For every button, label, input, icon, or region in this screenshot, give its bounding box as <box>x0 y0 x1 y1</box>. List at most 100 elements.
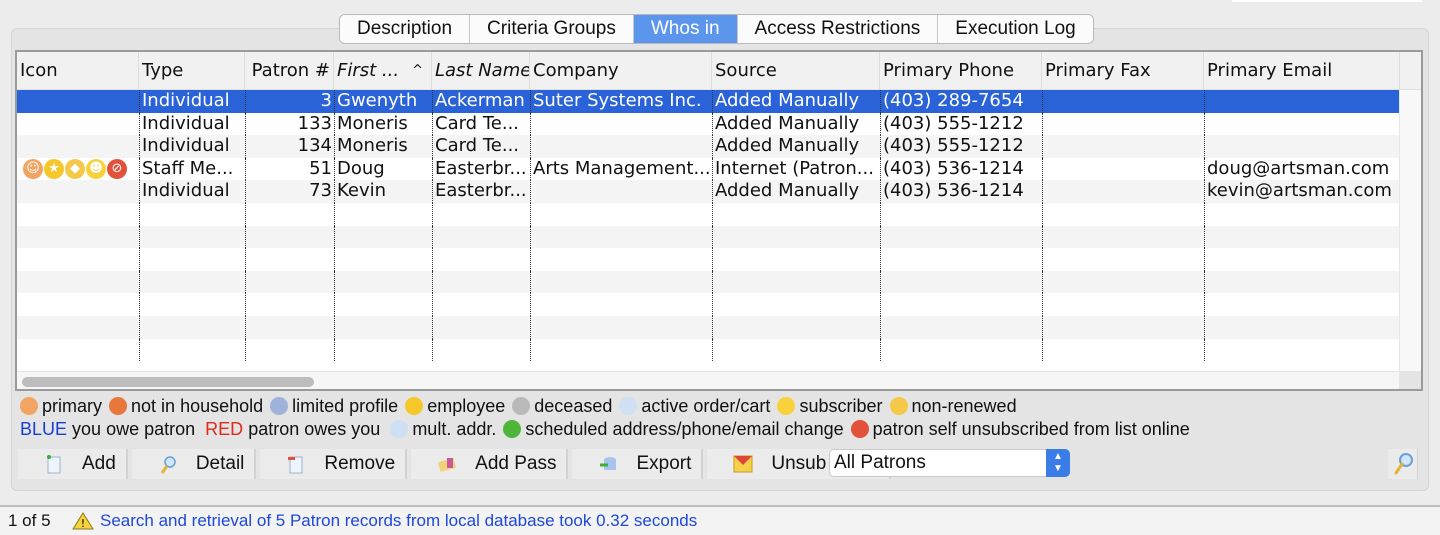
table-row[interactable]: Individual 134 Moneris Card Te... Added Manu… <box>17 135 1421 158</box>
legend-item: not in household <box>109 396 263 416</box>
column-header-last-name[interactable]: Last Name¹ <box>432 52 530 89</box>
record-count: 1 of 5 <box>8 511 51 530</box>
legend-item: scheduled address/phone/email change <box>503 419 844 439</box>
table-row[interactable]: Individual 133 Moneris Card Te... Added Manu… <box>17 112 1421 136</box>
empty-cell <box>880 202 1042 226</box>
detail-button[interactable]: Detail <box>131 449 257 479</box>
cell-primary-phone: (403) 536-1214 <box>880 157 1042 181</box>
empty-cell <box>432 315 530 339</box>
empty-table-row <box>17 293 1421 316</box>
cell-source: Added Manually <box>712 90 880 113</box>
status-message: Search and retrieval of 5 Patron records… <box>100 511 698 530</box>
empty-cell <box>432 248 530 271</box>
empty-cell <box>139 270 245 294</box>
empty-cell <box>334 225 432 249</box>
patron-filter-select[interactable]: All Patrons ▲ ▼ <box>829 449 1070 477</box>
column-header-first-name[interactable]: First ... ^ <box>334 52 432 89</box>
legend-blue-word: BLUE <box>20 419 68 439</box>
empty-cell <box>139 202 245 226</box>
multiple-address-icon <box>390 420 409 438</box>
add-button[interactable]: Add <box>18 449 128 479</box>
export-button[interactable]: Export <box>572 449 704 479</box>
cell-primary-fax <box>1042 112 1204 136</box>
column-header-primary-email[interactable]: Primary Email <box>1204 52 1400 89</box>
cell-patron-number: 134 <box>245 135 334 158</box>
status-bar: 1 of 5 ! Search and retrieval of 5 Patro… <box>0 505 1440 535</box>
legend-item: primary <box>20 396 102 416</box>
vertical-scrollbar[interactable] <box>1399 90 1421 371</box>
legend-item: deceased <box>512 396 612 416</box>
cell-company: Arts Management... <box>530 157 712 181</box>
legend-item: patron self unsubscribed from list onlin… <box>850 419 1190 439</box>
patron-filter-value: All Patrons <box>834 452 926 473</box>
legend-item: mult. addr. <box>390 419 496 439</box>
column-header-primary-phone[interactable]: Primary Phone <box>880 52 1042 89</box>
table-row[interactable]: Individual 3 Gwenyth Ackerman Suter Systems … <box>17 90 1421 113</box>
legend-label: not in household <box>131 396 264 416</box>
cell-primary-fax <box>1042 180 1204 203</box>
cell-primary-phone: (403) 536-1214 <box>880 180 1042 203</box>
legend-label: deceased <box>534 396 613 416</box>
empty-cell <box>880 248 1042 271</box>
cell-primary-email: kevin@artsman.com <box>1204 180 1400 203</box>
legend-label: primary <box>42 396 103 416</box>
cell-last-name: Easterbr... <box>432 180 530 203</box>
empty-cell <box>712 225 880 249</box>
empty-cell <box>17 203 139 226</box>
horizontal-scrollbar[interactable] <box>17 371 1421 389</box>
cell-icon <box>17 135 139 158</box>
column-header-source[interactable]: Source <box>712 52 880 89</box>
empty-cell <box>17 271 139 294</box>
cell-first-name: Gwenyth <box>334 90 432 113</box>
cell-icon <box>17 90 139 113</box>
deceased-icon <box>512 397 531 415</box>
legend-label: scheduled address/phone/email change <box>525 419 844 439</box>
empty-cell <box>1042 270 1204 294</box>
tab-description[interactable]: Description <box>340 15 471 43</box>
empty-cell <box>712 293 880 316</box>
tab-criteria-groups[interactable]: Criteria Groups <box>470 15 634 43</box>
legend-red-text: patron owes you <box>248 419 381 439</box>
column-header-primary-fax[interactable]: Primary Fax <box>1042 52 1204 89</box>
empty-table-row <box>17 248 1421 271</box>
empty-cell <box>432 225 530 249</box>
empty-cell <box>1204 248 1400 271</box>
cell-primary-fax <box>1042 90 1204 113</box>
cell-last-name: Card Te... <box>432 112 530 136</box>
primary-icon <box>20 397 38 415</box>
empty-cell <box>432 338 530 362</box>
empty-cell <box>1042 248 1204 271</box>
horizontal-scroll-thumb[interactable] <box>22 377 314 387</box>
legend-label: active order/cart <box>641 396 771 416</box>
table-row[interactable]: Individual 73 Kevin Easterbr... Added Manual… <box>17 180 1421 203</box>
add-pass-button[interactable]: Add Pass <box>411 449 569 479</box>
patrons-table: Icon Type Patron # First ... ^ Last Name¹… <box>15 50 1423 391</box>
empty-cell <box>1042 338 1204 362</box>
legend-line-2: BLUE you owe patron RED patron owes you … <box>20 418 1192 441</box>
empty-cell <box>1204 338 1400 362</box>
empty-cell <box>245 293 334 316</box>
tab-whos-in[interactable]: Whos in <box>633 15 738 43</box>
cell-icon <box>17 113 139 136</box>
column-header-type[interactable]: Type <box>139 52 245 89</box>
remove-button[interactable]: Remove <box>260 449 408 479</box>
column-header-company[interactable]: Company <box>530 52 712 89</box>
cell-company <box>530 112 712 136</box>
empty-cell <box>1204 225 1400 249</box>
limited-profile-icon <box>270 397 289 415</box>
search-button[interactable] <box>1388 449 1418 479</box>
column-header-icon[interactable]: Icon <box>17 52 139 89</box>
tab-bar: Description Criteria Groups Whos in Acce… <box>339 14 1094 44</box>
empty-cell <box>880 270 1042 294</box>
employee-icon: ★ <box>44 159 64 180</box>
empty-cell <box>432 270 530 294</box>
column-header-patron-number[interactable]: Patron # <box>245 52 334 89</box>
legend-item: subscriber <box>777 396 882 416</box>
tab-access-restrictions[interactable]: Access Restrictions <box>737 15 939 43</box>
legend-item: employee <box>405 396 505 416</box>
empty-cell <box>1204 270 1400 294</box>
table-row[interactable]: ☺ ★ ◆ ☻ ⊘ Staff Me... 51 Doug Easterbr... Arts Ma… <box>17 157 1421 181</box>
tab-execution-log[interactable]: Execution Log <box>938 15 1093 43</box>
active-order-cart-icon <box>619 397 638 415</box>
empty-cell <box>334 248 432 271</box>
